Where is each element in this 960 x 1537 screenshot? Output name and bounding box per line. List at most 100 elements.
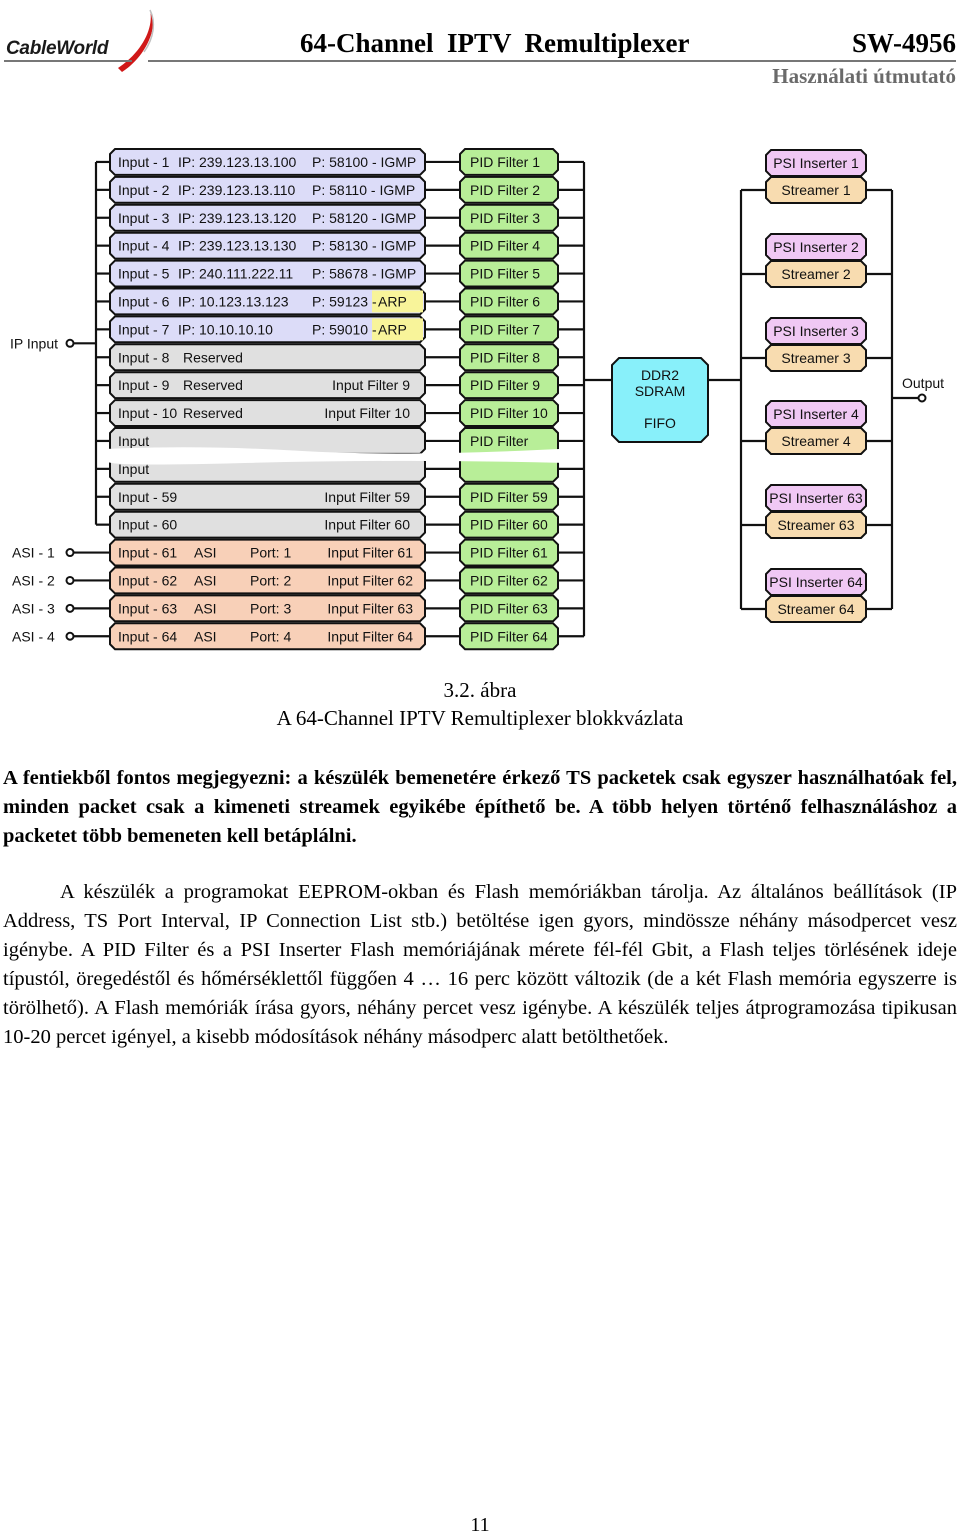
input-ip: IP: 239.123.13.120 <box>178 210 297 226</box>
pid-filter-label: PID Filter 2 <box>470 182 540 198</box>
input-name: Input - 5 <box>118 266 170 282</box>
input-name: Input <box>118 433 149 449</box>
document-title: 64-Channel IPTV Remultiplexer <box>300 28 690 58</box>
pid-filter-label: PID Filter 63 <box>470 600 548 616</box>
psi-inserter-label: PSI Inserter 2 <box>773 239 859 255</box>
page-number: 11 <box>470 1514 490 1536</box>
ip-input-port-icon <box>65 338 75 348</box>
asi-port-icon <box>65 631 75 641</box>
pid-filter-label: PID Filter 61 <box>470 545 548 561</box>
streamer-label: Streamer 2 <box>781 266 850 282</box>
input-ip: IP: 239.123.13.110 <box>178 182 295 198</box>
input-filter-label: Input Filter 61 <box>327 545 413 561</box>
input-status: Reserved <box>183 377 243 393</box>
psi-inserter-label: PSI Inserter 1 <box>773 155 859 171</box>
asi-label: ASI - 1 <box>12 545 55 561</box>
psi-inserter-label: PSI Inserter 64 <box>769 574 863 590</box>
pid-filter-label: PID Filter 1 <box>470 154 540 170</box>
pid-filter-label: PID Filter 59 <box>470 489 548 505</box>
header-rule <box>148 60 956 62</box>
bold-paragraph: A fentiekből fontos megjegyezni: a készü… <box>3 767 957 847</box>
asi-label: ASI - 2 <box>12 572 55 588</box>
input-filter-label: Input Filter 9 <box>332 377 410 393</box>
model-number: SW-4956 <box>851 28 956 58</box>
input-name: Input - 3 <box>118 210 170 226</box>
input-name: Input - 2 <box>118 182 170 198</box>
asi-port-icon <box>65 548 75 558</box>
body-paragraph-text: A készülék a programokat EEPROM-okban és… <box>3 881 957 1048</box>
logo-text: CableWorld <box>6 38 109 59</box>
figure-number: 3.2. ábra <box>443 678 517 702</box>
streamer-label: Streamer 63 <box>777 517 854 533</box>
output-port-icon <box>917 393 927 403</box>
input-name: Input - 63 <box>118 600 177 616</box>
psi-inserter-label: PSI Inserter 63 <box>769 490 863 506</box>
input-status: Reserved <box>183 405 243 421</box>
memory-label: SDRAM <box>635 383 686 399</box>
asi-label: ASI - 4 <box>12 628 55 644</box>
output-label: Output <box>902 375 944 391</box>
input-ip: IP: 240.111.222.11 <box>178 266 293 282</box>
pid-filter-label: PID Filter 7 <box>470 321 540 337</box>
input-port: P: 58678 - IGMP <box>312 266 416 282</box>
pid-filter-label: PID Filter 9 <box>470 377 540 393</box>
input-type: ASI <box>194 545 217 561</box>
pid-filter-label: PID Filter 8 <box>470 349 540 365</box>
psi-inserter-label: PSI Inserter 3 <box>773 323 859 339</box>
input-filter-label: Input Filter 59 <box>324 489 410 505</box>
pid-filter-label: PID Filter 62 <box>470 572 548 588</box>
pid-filter-label: PID Filter 6 <box>470 293 540 309</box>
input-status: Reserved <box>183 349 243 365</box>
input-name: Input - 4 <box>118 238 170 254</box>
ip-input-label: IP Input <box>10 335 58 351</box>
input-type: ASI <box>194 572 217 588</box>
header-rule-left <box>4 60 132 62</box>
body-paragraph: A készülék a programokat EEPROM-okban és… <box>3 878 957 1052</box>
streamer-label: Streamer 64 <box>777 601 854 617</box>
input-protocol-arp: ARP <box>378 293 407 309</box>
cableworld-logo: CableWorld <box>4 8 160 74</box>
streamer-label: Streamer 1 <box>781 182 850 198</box>
pid-filter-label: PID Filter 5 <box>470 266 540 282</box>
input-type: ASI <box>194 628 217 644</box>
input-port: P: 58120 - IGMP <box>312 210 416 226</box>
input-filter-label: Input Filter 62 <box>327 572 413 588</box>
input-name: Input - 61 <box>118 545 177 561</box>
pid-filter-label: PID Filter 10 <box>470 405 548 421</box>
input-port: P: 58130 - IGMP <box>312 238 416 254</box>
input-name: Input - 1 <box>118 154 170 170</box>
input-ip: IP: 239.123.13.100 <box>178 154 297 170</box>
input-filter-label: Input Filter 64 <box>327 628 413 644</box>
input-port: Port: 3 <box>250 600 291 616</box>
asi-port-icon <box>65 575 75 585</box>
input-ip: IP: 239.123.13.130 <box>178 238 297 254</box>
input-filter-label: Input Filter 10 <box>324 405 410 421</box>
input-port: P: 59123 - <box>312 293 377 309</box>
input-filter-label: Input Filter 60 <box>324 517 410 533</box>
input-port: P: 58110 - IGMP <box>312 182 415 198</box>
streamer-label: Streamer 4 <box>781 433 850 449</box>
document-subtitle: Használati útmutató <box>772 64 956 88</box>
pid-filter-label: PID Filter 64 <box>470 628 548 644</box>
input-name: Input - 59 <box>118 489 177 505</box>
input-name: Input - 64 <box>118 628 177 644</box>
input-filter-label: Input Filter 63 <box>327 600 413 616</box>
input-port: Port: 2 <box>250 572 291 588</box>
asi-label: ASI - 3 <box>12 600 55 616</box>
memory-label: FIFO <box>644 415 676 431</box>
asi-port-icon <box>65 603 75 613</box>
input-name: Input - 10 <box>118 405 177 421</box>
input-name: Input - 62 <box>118 572 177 588</box>
pid-filter-label: PID Filter 3 <box>470 210 540 226</box>
input-port: Port: 1 <box>250 545 291 561</box>
input-ip: IP: 10.123.13.123 <box>178 293 289 309</box>
input-type: ASI <box>194 600 217 616</box>
input-port: P: 59010 - <box>312 321 377 337</box>
pid-filter-label: PID Filter 4 <box>470 238 540 254</box>
pid-filter-label: PID Filter 60 <box>470 517 548 533</box>
input-name: Input - 8 <box>118 349 170 365</box>
input-port: Port: 4 <box>250 628 291 644</box>
input-name: Input - 60 <box>118 517 177 533</box>
input-name: Input - 7 <box>118 321 170 337</box>
input-ip: IP: 10.10.10.10 <box>178 321 273 337</box>
